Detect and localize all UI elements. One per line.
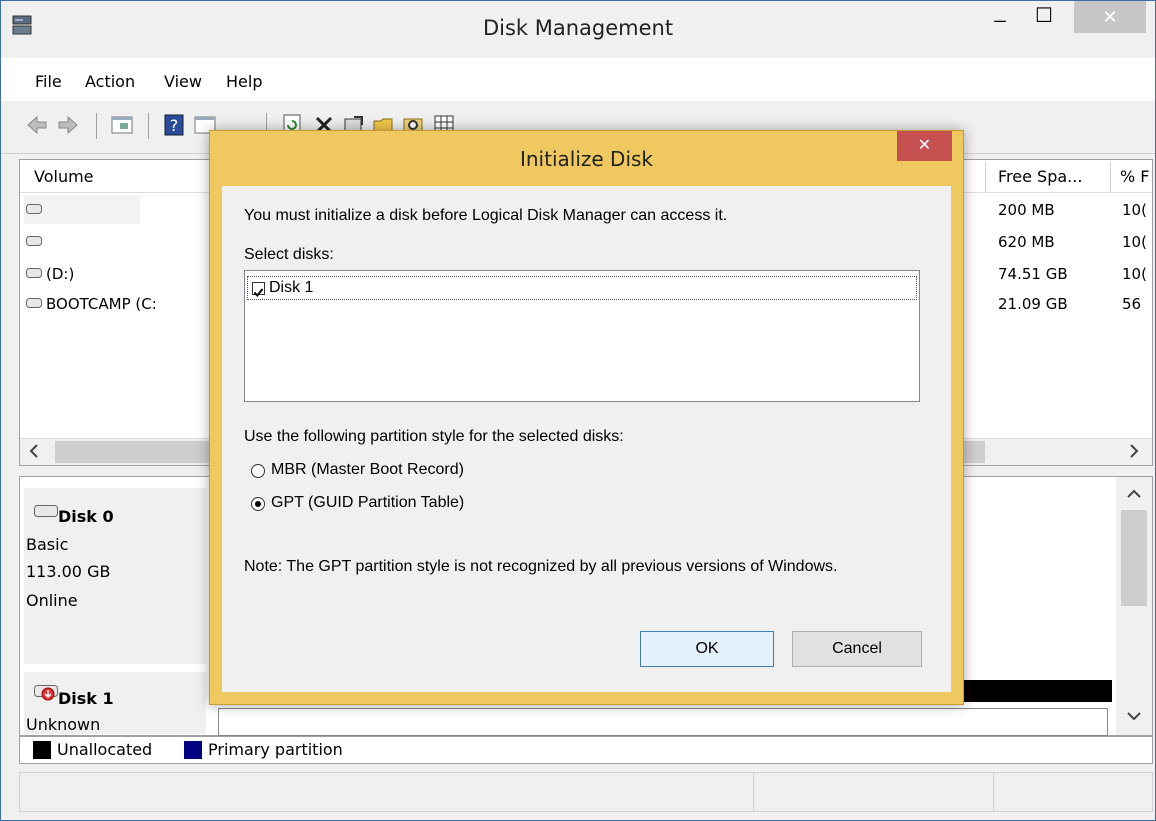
toolbar-separator [96, 113, 97, 139]
menu-action[interactable]: Action [85, 72, 135, 91]
volume-free-space: 620 MB [998, 233, 1055, 251]
close-icon: ✕ [917, 137, 932, 154]
svg-text:?: ? [170, 116, 179, 135]
mbr-radio[interactable] [251, 464, 265, 478]
list-item[interactable] [247, 276, 917, 300]
disk-0-size: 113.00 GB [26, 562, 111, 581]
minimize-button[interactable]: _ [980, 1, 1020, 33]
back-arrow-icon[interactable] [25, 113, 49, 137]
status-divider [993, 773, 994, 811]
scroll-up-icon[interactable] [1126, 488, 1142, 500]
status-divider [753, 773, 754, 811]
cancel-button[interactable]: Cancel [792, 631, 922, 667]
legend-primary: Primary partition [208, 740, 343, 759]
radio-dot [255, 501, 261, 507]
unallocated-swatch [33, 741, 51, 759]
volume-icon [26, 236, 42, 246]
disk-1-checkbox[interactable] [252, 282, 265, 298]
column-divider [985, 162, 986, 192]
forward-arrow-icon[interactable] [56, 113, 80, 137]
mbr-label[interactable]: MBR (Master Boot Record) [271, 461, 464, 479]
checkmark-icon [253, 288, 264, 298]
maximize-icon: ☐ [1035, 5, 1053, 27]
toolbar-separator [148, 113, 149, 139]
legend-unallocated: Unallocated [57, 740, 153, 759]
menu-file[interactable]: File [35, 72, 62, 91]
status-bar [19, 772, 1153, 812]
column-header-percent-free[interactable]: % F [1120, 162, 1150, 192]
gpt-label[interactable]: GPT (GUID Partition Table) [271, 494, 464, 512]
volume-icon [26, 268, 42, 278]
window-close-button[interactable]: ✕ [1074, 1, 1146, 33]
partition-style-label: Use the following partition style for th… [244, 428, 624, 445]
menu-help[interactable]: Help [226, 72, 262, 91]
volume-percent-free: 56 [1122, 295, 1142, 313]
close-icon: ✕ [1102, 7, 1118, 27]
column-divider [1110, 162, 1111, 192]
gpt-radio[interactable] [251, 497, 265, 511]
disk-1-item-label: Disk 1 [269, 279, 314, 296]
maximize-button[interactable]: ☐ [1024, 1, 1064, 33]
volume-icon [26, 298, 42, 308]
menu-view[interactable]: View [164, 72, 202, 91]
scroll-left-icon[interactable] [28, 443, 40, 459]
column-header-free-space[interactable]: Free Spa... [998, 162, 1082, 192]
select-disks-label: Select disks: [244, 246, 334, 263]
volume-icon [26, 204, 42, 214]
volume-percent-free: 10( [1122, 201, 1147, 219]
disk-0-name: Disk 0 [58, 507, 114, 526]
gpt-note-text: Note: The GPT partition style is not rec… [244, 558, 838, 575]
disk-0-type: Basic [26, 535, 69, 554]
vertical-scroll-thumb[interactable] [1121, 510, 1147, 606]
column-header-volume[interactable]: Volume [34, 162, 94, 192]
dialog-intro-text: You must initialize a disk before Logica… [244, 207, 728, 224]
volume-name: BOOTCAMP (C: [46, 295, 157, 313]
disk-1-name: Disk 1 [58, 689, 114, 708]
ok-button[interactable]: OK [640, 631, 774, 667]
unallocated-region[interactable] [218, 708, 1108, 736]
disk-icon [34, 505, 58, 517]
disk-unknown-icon [34, 685, 58, 701]
volume-free-space: 74.51 GB [998, 265, 1068, 283]
dialog-close-button[interactable]: ✕ [897, 131, 952, 161]
dialog-title: Initialize Disk [519, 147, 654, 171]
disk-0-status: Online [26, 591, 78, 610]
volume-free-space: 21.09 GB [998, 295, 1068, 313]
volume-percent-free: 10( [1122, 265, 1147, 283]
volume-percent-free: 10( [1122, 233, 1147, 251]
volume-name: (D:) [46, 265, 75, 283]
help-icon[interactable]: ? [162, 113, 186, 137]
show-hide-console-tree-icon[interactable] [110, 113, 134, 137]
scroll-down-icon[interactable] [1126, 710, 1142, 722]
primary-swatch [184, 741, 202, 759]
volume-free-space: 200 MB [998, 201, 1055, 219]
minimize-icon: _ [994, 1, 1006, 23]
disk-1-type: Unknown [26, 715, 101, 734]
scroll-right-icon[interactable] [1128, 443, 1140, 459]
